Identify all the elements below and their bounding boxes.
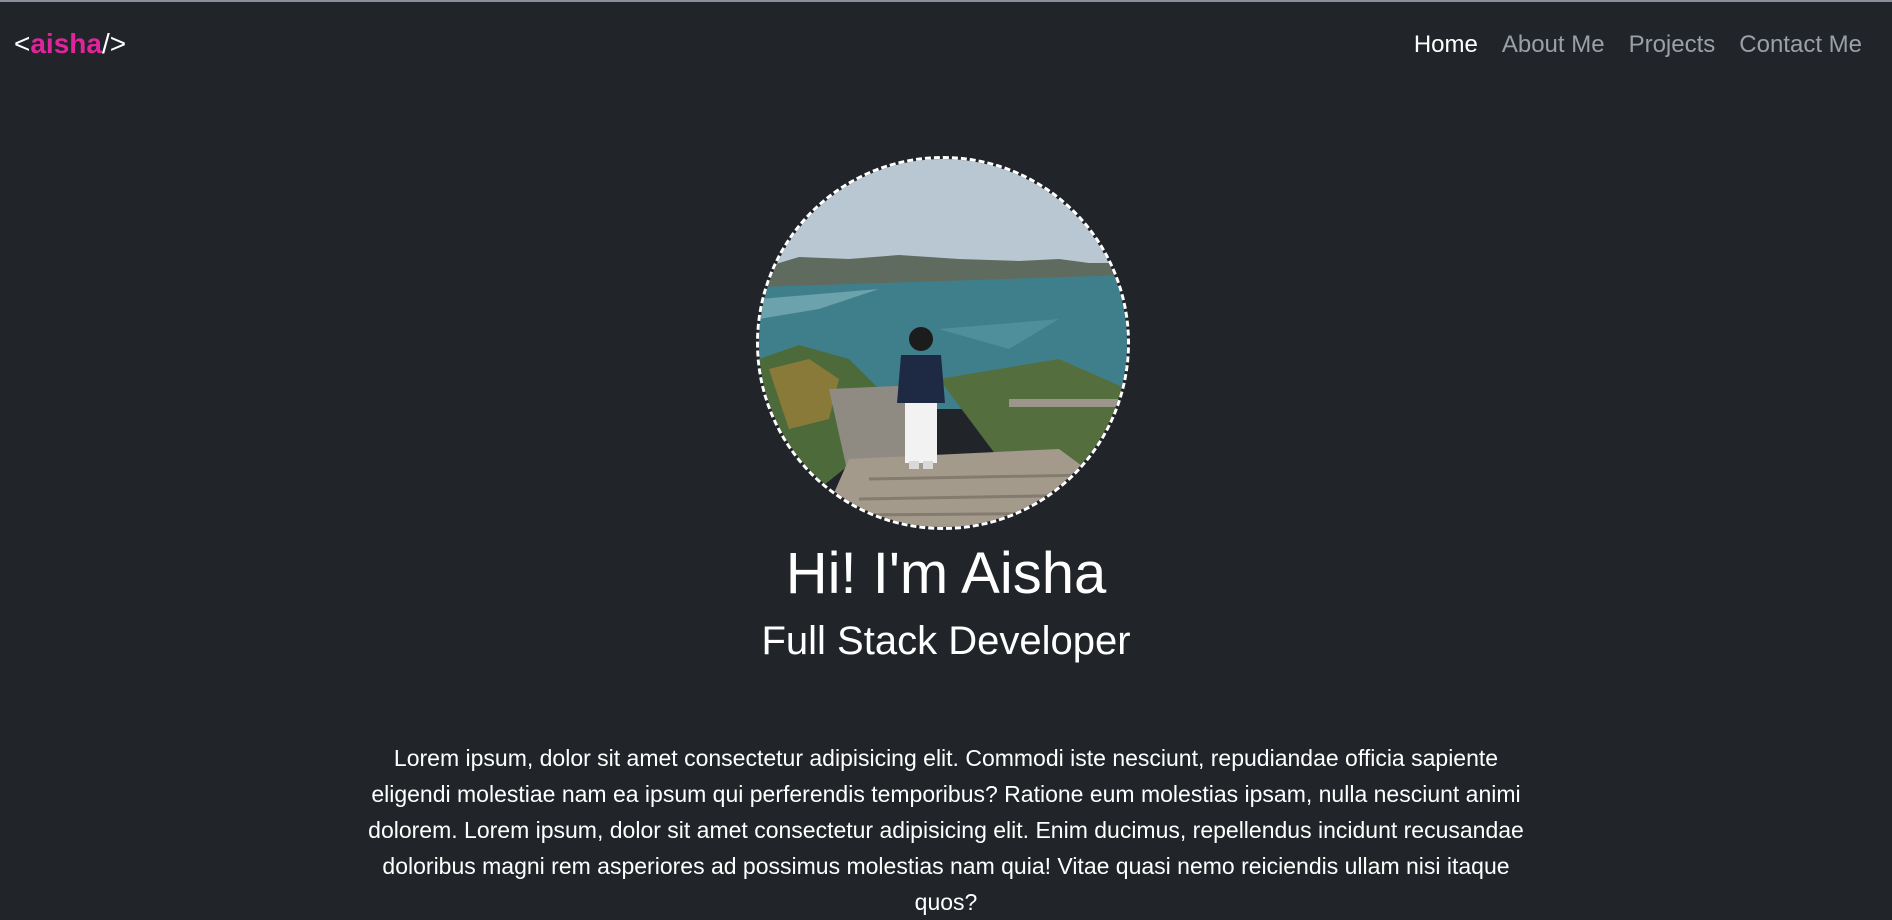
- brand-close: />: [101, 28, 127, 59]
- nav-links: Home About Me Projects Contact Me: [1414, 30, 1862, 60]
- hero-title: Hi! I'm Aisha: [785, 541, 1107, 606]
- hero-subtitle: Full Stack Developer: [761, 619, 1131, 663]
- nav-link-home[interactable]: Home: [1414, 30, 1478, 60]
- navbar: <aisha/> Home About Me Projects Contact …: [0, 2, 1892, 86]
- nav-link-projects[interactable]: Projects: [1629, 30, 1716, 60]
- nav-link-about-me[interactable]: About Me: [1502, 30, 1605, 60]
- brand-name: aisha: [30, 28, 102, 59]
- profile-photo-illustration: [759, 159, 1127, 527]
- brand-logo[interactable]: <aisha/>: [14, 28, 126, 60]
- profile-photo: [756, 156, 1130, 530]
- bio-paragraph: Lorem ipsum, dolor sit amet consectetur …: [368, 745, 1524, 915]
- brand-open: <: [14, 28, 31, 59]
- nav-link-contact-me[interactable]: Contact Me: [1739, 30, 1862, 60]
